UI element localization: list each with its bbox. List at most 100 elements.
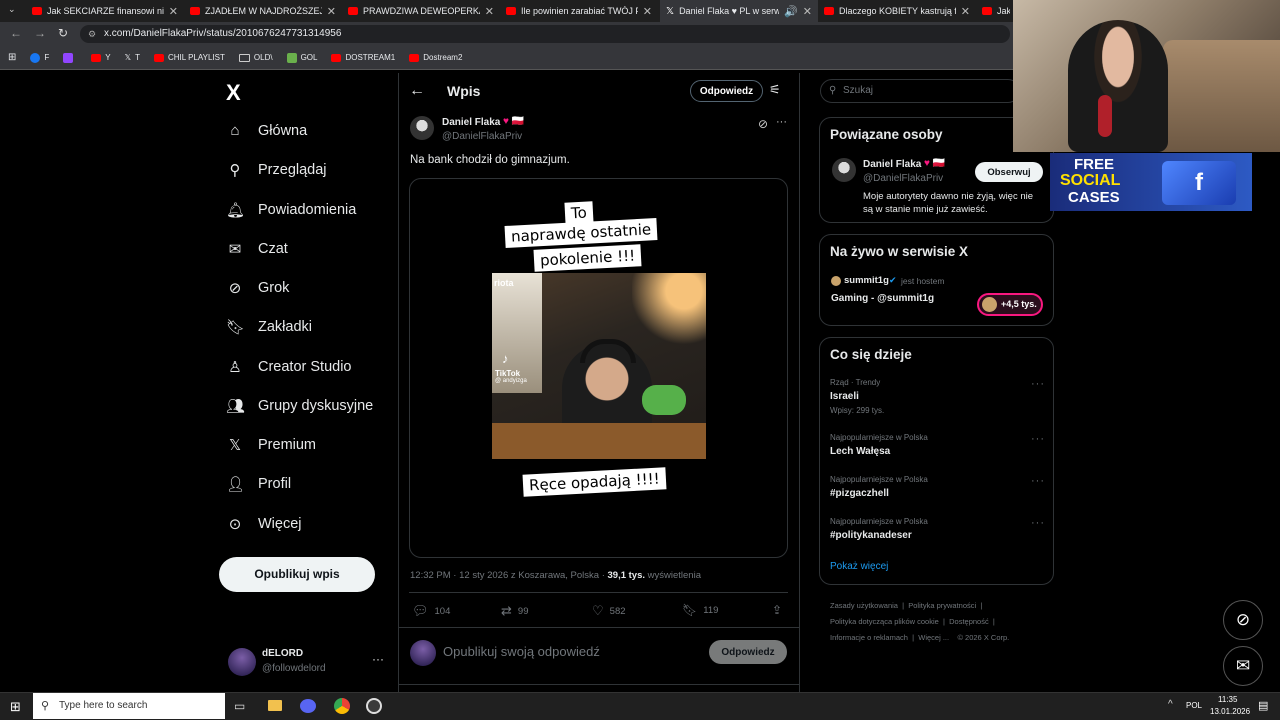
like-action[interactable]: ♡ 582 [592,603,626,619]
close-icon[interactable]: ✕ [485,5,494,18]
browser-tab[interactable]: Ile powinien zarabiać TWÓJ FAC ✕ [500,0,658,22]
windows-start-icon[interactable]: ⊞ [10,699,21,715]
browser-tab[interactable]: Dlaczego KOBIETY kastrują facet ✕ [818,0,976,22]
more-icon[interactable]: ··· [1031,517,1045,529]
search-input[interactable]: ⚲ Szukaj [820,79,1020,103]
reload-icon[interactable]: ↻ [58,26,68,40]
footer-link[interactable]: Więcej ... [918,633,949,642]
close-icon[interactable]: ✕ [327,5,336,18]
x-logo[interactable]: X [226,80,241,106]
browser-tab[interactable]: PRAWDZIWA DEWEOPERKA - I ✕ [342,0,500,22]
tray-chevron-icon[interactable]: ^ [1168,699,1173,710]
more-icon[interactable]: ··· [1031,475,1045,487]
reply-button[interactable]: Odpowiedz [690,80,763,102]
clock-time[interactable]: 11:35 [1218,695,1237,704]
account-switcher[interactable]: dELORD @followdelord ··· [228,646,388,680]
sidebar-item-groups[interactable]: 👥︎ Grupy dyskusyjne [226,397,373,415]
bookmark-item[interactable]: DOSTREAM1 [331,53,395,62]
forward-arrow-icon[interactable]: → [34,26,46,40]
speaker-icon[interactable]: 🔊 [784,5,798,18]
host-name[interactable]: summit1g [844,275,889,286]
close-icon[interactable]: ✕ [803,5,812,18]
bookmark-action[interactable]: 🔖︎ 119 [682,603,718,617]
footer-link[interactable]: Polityka prywatności [908,601,976,610]
author-handle[interactable]: @DanielFlakaPriv [442,131,522,142]
footer-link[interactable]: Zasady użytkowania [830,601,898,610]
sidebar-item-more[interactable]: ⊙ Więcej [226,515,302,533]
browser-tab[interactable]: Jak [976,0,1016,22]
trend-item[interactable]: Najpopularniejsze w Polska Lech Wałęsa ·… [830,433,1045,463]
sidebar-item-bookmarks[interactable]: 🔖︎ Zakładki [226,318,312,336]
sidebar-item-home[interactable]: ⌂ Główna [226,122,307,139]
sidebar-item-premium[interactable]: 𝕏 Premium [226,436,316,454]
sidebar-item-creator-studio[interactable]: ♙ Creator Studio [226,358,351,376]
bookmark-item[interactable]: GOL [286,52,317,63]
trend-item[interactable]: Najpopularniejsze w Polska #pizgaczhell … [830,475,1045,505]
tab-list-chevron-icon[interactable]: ⌄ [8,4,16,15]
trend-item[interactable]: Rząd · Trendy Israeli Wpisy: 299 tys. ··… [830,378,1045,418]
sidebar-item-chat[interactable]: ✉ Czat [226,240,288,258]
more-icon[interactable]: ··· [372,652,384,666]
obs-icon[interactable] [366,698,382,714]
browser-tab-active[interactable]: 𝕏 Daniel Flaka ♥ PL w serwis 🔊 ✕ [660,0,818,22]
reply-input[interactable]: Opublikuj swoją odpowiedź [443,644,693,659]
repost-action[interactable]: ⇄ 99 [501,603,528,619]
address-bar[interactable]: ⚙ x.com/DanielFlakaPriv/status/201067624… [80,25,1010,43]
sidebar-item-notifications[interactable]: 🔔︎ Powiadomienia [226,201,356,219]
related-handle[interactable]: @DanielFlakaPriv [863,173,943,184]
messages-float-button[interactable]: ✉ [1223,646,1263,686]
bookmark-item[interactable]: CHIL PLAYLIST [153,53,225,62]
author-avatar[interactable] [832,158,856,182]
author-avatar[interactable] [410,116,434,140]
author-name[interactable]: Daniel Flaka [442,117,500,128]
more-icon[interactable]: ··· [1031,378,1045,390]
sidebar-item-explore[interactable]: ⚲ Przeglądaj [226,161,327,179]
clock-date[interactable]: 13.01.2026 [1210,707,1250,716]
close-icon[interactable]: ✕ [643,5,652,18]
video-frame[interactable]: riota ♪ TikTok @ andyizga [492,273,706,459]
file-explorer-icon[interactable] [268,700,282,711]
share-icon[interactable]: ⇪ [772,603,782,617]
bookmark-item[interactable]: Dostream2 [409,53,462,62]
grok-float-button[interactable]: ⊘ [1223,600,1263,640]
more-icon[interactable]: ··· [776,116,787,128]
close-icon[interactable]: ✕ [169,5,178,18]
grok-icon[interactable]: ⊘ [758,117,768,131]
footer-link[interactable]: Polityka dotycząca plików cookie [830,617,939,626]
reply-action[interactable]: 💬︎ 104 [412,603,450,619]
post-time[interactable]: 12:32 PM [410,570,451,581]
follow-button[interactable]: Obserwuj [975,162,1043,182]
site-info-icon[interactable]: ⚙ [88,25,96,43]
bookmark-folder[interactable]: OLD\ [238,53,273,62]
back-arrow-icon[interactable]: ← [409,82,425,100]
bookmark-item[interactable] [63,52,77,63]
discord-icon[interactable] [300,699,316,713]
publish-post-button[interactable]: Opublikuj wpis [219,557,375,592]
related-name[interactable]: Daniel Flaka [863,159,921,170]
browser-tab[interactable]: ZJADŁEM W NAJDROŻSZEJ I NA ✕ [184,0,342,22]
more-icon[interactable]: ··· [1031,433,1045,445]
footer-link[interactable]: Dostępność [949,617,989,626]
bookmark-item[interactable]: F [30,52,49,63]
chrome-icon[interactable] [334,698,350,714]
back-arrow-icon[interactable]: ← [10,26,22,40]
bookmark-item[interactable]: 𝕏T [125,53,140,62]
sidebar-item-grok[interactable]: ⊘ Grok [226,279,290,297]
post-date-location[interactable]: 12 sty 2026 z Koszarawa, Polska [459,570,599,581]
stream-title[interactable]: Gaming - @summit1g [831,293,934,304]
bookmark-item[interactable]: Y [91,53,111,62]
reply-submit-button[interactable]: Odpowiedz [709,640,787,664]
listeners-pill[interactable]: +4,5 tys. [977,293,1043,316]
taskbar-search-input[interactable]: ⚲ Type here to search [33,693,225,719]
footer-link[interactable]: Informacje o reklamach [830,633,908,642]
browser-tab[interactable]: Jak SEKCIARZE finansowi niszcz ✕ [26,0,184,22]
close-icon[interactable]: ✕ [961,5,970,18]
notification-icon[interactable]: ▤ [1258,699,1268,712]
apps-grid-icon[interactable]: ⊞ [8,52,16,63]
show-more-link[interactable]: Pokaż więcej [830,561,888,572]
sliders-icon[interactable]: ⚟ [769,82,781,98]
sidebar-item-profile[interactable]: 👤︎ Profil [226,475,291,493]
task-view-icon[interactable]: ▭ [234,699,245,713]
trend-item[interactable]: Najpopularniejsze w Polska #politykanade… [830,517,1045,547]
language-indicator[interactable]: POL [1186,701,1202,710]
